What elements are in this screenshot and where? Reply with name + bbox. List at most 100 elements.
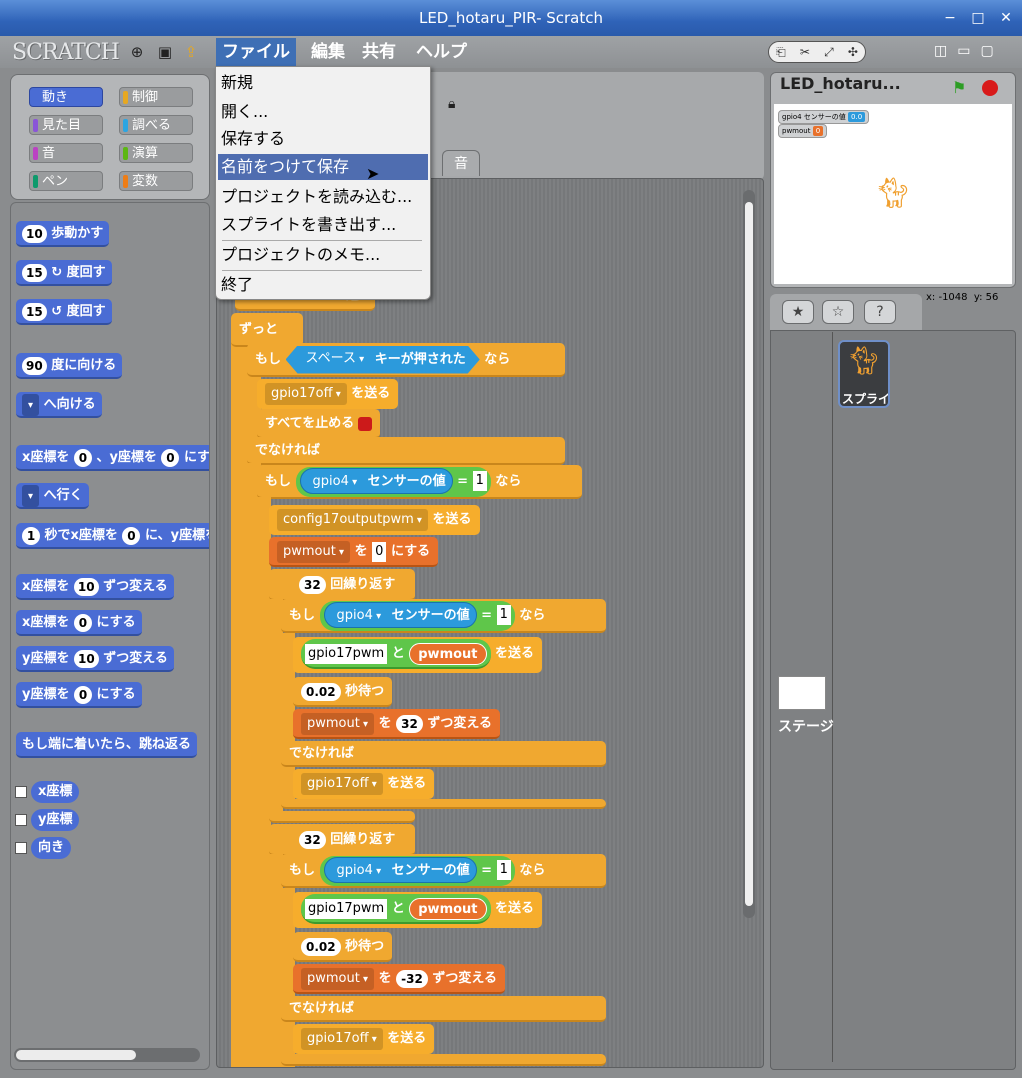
block-if-sensor-3[interactable]: もし gpio4 センサーの値 = 1 なら bbox=[281, 854, 606, 888]
menu-item-export-sprite[interactable]: スプライトを書き出す... bbox=[218, 212, 428, 238]
stage-canvas[interactable]: gpio4 センサーの値 0.0 pwmout 0 🐈︎ bbox=[774, 104, 1012, 284]
key-pressed-condition[interactable]: スペース キーが押された bbox=[286, 346, 480, 374]
block-turn-right[interactable]: 15 ↻ 度回す bbox=[16, 260, 112, 286]
sprite-thumbnail[interactable]: 🐈︎ スプライト bbox=[838, 340, 890, 408]
scissors-icon[interactable]: ✂ bbox=[800, 45, 810, 59]
menu-item-import-project[interactable]: プロジェクトを読み込む... bbox=[218, 184, 428, 210]
block-point-towards[interactable]: へ向ける bbox=[16, 392, 102, 418]
menu-item-project-notes[interactable]: プロジェクトのメモ... bbox=[218, 242, 428, 268]
block-point-direction[interactable]: 90 度に向ける bbox=[16, 353, 123, 379]
watcher-pwmout[interactable]: pwmout 0 bbox=[778, 124, 828, 138]
small-stage-icon[interactable]: ▭ bbox=[957, 43, 970, 59]
menu-item-open[interactable]: 開く... bbox=[218, 99, 428, 125]
menu-separator bbox=[222, 240, 422, 241]
menu-edit[interactable]: 編集 bbox=[305, 38, 351, 66]
menu-item-save[interactable]: 保存する bbox=[218, 126, 428, 152]
block-broadcast-pwm-1[interactable]: gpio17pwm と pwmout を送る bbox=[293, 637, 543, 673]
category-sound[interactable]: 音 bbox=[29, 143, 103, 163]
category-panel: 動き 制御 見た目 調べる 音 演算 ペン 変数 bbox=[10, 74, 210, 200]
block-if-sensor-2[interactable]: もし gpio4 センサーの値 = 1 なら bbox=[281, 599, 606, 633]
tool-buttons: ⎗ ✂ ⤢ ✣ bbox=[768, 41, 866, 63]
block-change-y[interactable]: y座標を 10 ずつ変える bbox=[16, 646, 174, 672]
block-change-pwmout-2[interactable]: pwmout を -32 ずつ変える bbox=[293, 964, 505, 994]
checkbox-y-position[interactable] bbox=[15, 814, 27, 826]
minimize-icon[interactable]: − bbox=[942, 0, 958, 36]
green-flag-icon[interactable]: ⚑ bbox=[952, 78, 966, 97]
block-goto[interactable]: へ行く bbox=[16, 483, 89, 509]
checkbox-direction[interactable] bbox=[15, 842, 27, 854]
scrollbar-thumb[interactable] bbox=[16, 1050, 136, 1060]
window-title: LED_hotaru_PIR- Scratch bbox=[418, 9, 604, 27]
block-glide[interactable]: 1 秒でx座標を 0 に、y座標を bbox=[16, 523, 209, 549]
block-stop-all[interactable]: すべてを止める bbox=[257, 409, 381, 439]
block-goto-xy[interactable]: x座標を 0 、y座標を 0 にする bbox=[16, 445, 209, 471]
stop-icon[interactable] bbox=[982, 80, 998, 96]
block-broadcast-pwm-2[interactable]: gpio17pwm と pwmout を送る bbox=[293, 892, 543, 928]
category-variables[interactable]: 変数 bbox=[119, 171, 193, 191]
block-repeat-1[interactable]: 32 回繰り返す bbox=[269, 569, 415, 601]
block-broadcast-config[interactable]: config17outputpwm を送る bbox=[269, 505, 480, 535]
equals-operator[interactable]: gpio4 センサーの値 = 1 bbox=[319, 855, 515, 886]
category-motion[interactable]: 動き bbox=[29, 87, 103, 107]
scripts-area[interactable]: を送る ずっと もし スペース キーが押された なら gpio17off を送る… bbox=[216, 178, 764, 1068]
category-sensing[interactable]: 調べる bbox=[119, 115, 193, 135]
category-operators[interactable]: 演算 bbox=[119, 143, 193, 163]
block-if-key-pressed[interactable]: もし スペース キーが押された なら bbox=[247, 343, 565, 377]
block-set-x[interactable]: x座標を 0 にする bbox=[16, 610, 142, 636]
reporter-y-position[interactable]: y座標 bbox=[31, 809, 80, 831]
grow-icon[interactable]: ⤢ bbox=[824, 45, 834, 60]
stamp-icon[interactable]: ⎗ bbox=[776, 45, 786, 60]
maximize-icon[interactable]: □ bbox=[970, 0, 986, 36]
block-broadcast-gpio17off-2[interactable]: gpio17off を送る bbox=[293, 769, 435, 799]
category-control[interactable]: 制御 bbox=[119, 87, 193, 107]
category-looks[interactable]: 見た目 bbox=[29, 115, 103, 135]
equals-operator[interactable]: gpio4 センサーの値 = 1 bbox=[319, 600, 515, 631]
block-turn-left[interactable]: 15 ↺ 度回す bbox=[16, 299, 112, 325]
stage-thumbnail[interactable] bbox=[778, 676, 826, 710]
block-forever[interactable]: ずっと bbox=[231, 313, 303, 347]
cat-sprite-icon[interactable]: 🐈︎ bbox=[874, 176, 912, 211]
block-wait-2[interactable]: 0.02 秒待つ bbox=[293, 932, 393, 962]
checkbox-x-position[interactable] bbox=[15, 786, 27, 798]
block-move-steps[interactable]: 10 歩動かす bbox=[16, 221, 110, 247]
menu-help[interactable]: ヘルプ bbox=[410, 38, 473, 66]
save-disk-icon[interactable]: ▣ bbox=[156, 43, 174, 61]
block-bounce[interactable]: もし端に着いたら、跳ね返る bbox=[16, 732, 198, 758]
sprite-name: スプライト bbox=[842, 392, 888, 406]
menu-file[interactable]: ファイル bbox=[216, 38, 296, 66]
presentation-icon[interactable]: ▢ bbox=[980, 43, 993, 59]
choose-sprite-icon[interactable]: ☆ bbox=[822, 300, 854, 324]
reporter-x-position[interactable]: x座標 bbox=[31, 781, 80, 803]
scrollbar-thumb[interactable] bbox=[745, 202, 753, 906]
normal-stage-icon[interactable]: ◫ bbox=[934, 43, 947, 59]
blocks-palette: 10 歩動かす 15 ↻ 度回す 15 ↺ 度回す 90 度に向ける へ向ける … bbox=[10, 202, 210, 1070]
menu-item-quit[interactable]: 終了 bbox=[218, 272, 428, 298]
block-set-y[interactable]: y座標を 0 にする bbox=[16, 682, 142, 708]
watcher-gpio4[interactable]: gpio4 センサーの値 0.0 bbox=[778, 110, 870, 124]
block-change-pwmout-1[interactable]: pwmout を 32 ずつ変える bbox=[293, 709, 500, 739]
menu-item-save-as[interactable]: 名前をつけて保存 bbox=[218, 154, 428, 180]
share-upload-icon[interactable]: ⇪ bbox=[182, 43, 200, 61]
menu-item-new[interactable]: 新規 bbox=[218, 70, 428, 96]
block-broadcast-gpio17off[interactable]: gpio17off を送る bbox=[257, 379, 399, 409]
block-repeat-2[interactable]: 32 回繰り返す bbox=[269, 824, 415, 856]
category-pen[interactable]: ペン bbox=[29, 171, 103, 191]
shrink-icon[interactable]: ✣ bbox=[848, 45, 858, 59]
block-change-x[interactable]: x座標を 10 ずつ変える bbox=[16, 574, 174, 600]
block-wait-1[interactable]: 0.02 秒待つ bbox=[293, 677, 393, 707]
equals-operator[interactable]: gpio4 センサーの値 = 1 bbox=[295, 466, 491, 497]
menu-share[interactable]: 共有 bbox=[356, 38, 402, 66]
reporter-direction[interactable]: 向き bbox=[31, 837, 72, 859]
stop-sign-icon bbox=[358, 416, 373, 431]
tab-sounds[interactable]: 音 bbox=[442, 150, 480, 176]
palette-horizontal-scrollbar[interactable] bbox=[14, 1048, 200, 1062]
random-sprite-icon[interactable]: ? bbox=[864, 300, 896, 324]
block-if-sensor-1[interactable]: もし gpio4 センサーの値 = 1 なら bbox=[257, 465, 582, 499]
close-icon[interactable]: ✕ bbox=[998, 0, 1014, 36]
block-broadcast-gpio17off-3[interactable]: gpio17off を送る bbox=[293, 1024, 435, 1054]
lock-icon[interactable]: 🔒︎ bbox=[448, 96, 455, 112]
scripts-vertical-scrollbar[interactable] bbox=[743, 190, 755, 918]
paint-sprite-icon[interactable]: ★ bbox=[782, 300, 814, 324]
block-set-pwmout[interactable]: pwmout を 0 にする bbox=[269, 537, 439, 567]
globe-icon[interactable]: ⊕ bbox=[128, 43, 146, 61]
